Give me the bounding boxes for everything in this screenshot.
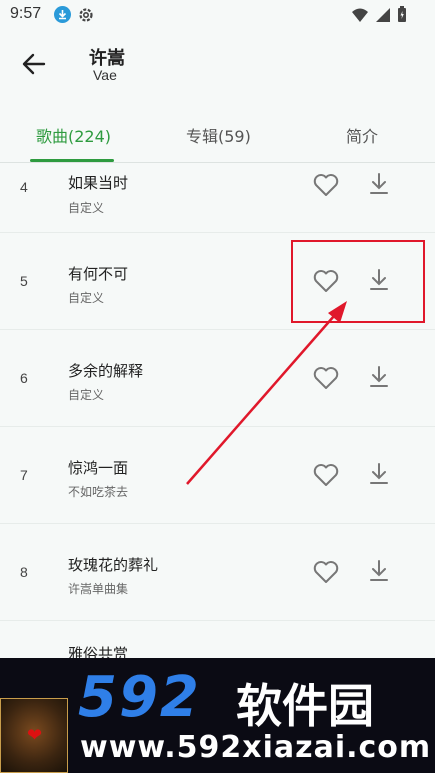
download-icon[interactable] (368, 172, 390, 196)
song-album: 自定义 (68, 291, 105, 305)
song-title: 多余的解释 (68, 362, 144, 380)
heart-logo-icon: ❤ (27, 725, 43, 746)
annotation-highlight-box (291, 240, 425, 323)
arrow-left-icon (22, 53, 46, 75)
watermark-url: www.592xiazai.com (80, 730, 432, 765)
settings-gear-icon (77, 6, 95, 28)
song-title: 玫瑰花的葬礼 (68, 556, 159, 574)
heart-icon[interactable] (312, 462, 340, 488)
song-index: 7 (20, 467, 28, 483)
song-album: 许嵩单曲集 (68, 582, 129, 596)
heart-icon[interactable] (312, 365, 340, 391)
tab-albums[interactable]: 专辑(59) (186, 123, 251, 147)
download-icon[interactable] (368, 365, 390, 389)
song-row[interactable]: 6 多余的解释 自定义 (0, 330, 435, 427)
song-album: 自定义 (68, 388, 105, 402)
song-list[interactable]: 4 如果当时 自定义 5 有何不可 自定义 6 多余的解释 自定义 7 惊鸿一面… (0, 163, 435, 658)
song-title: 雅俗共赏 (68, 645, 129, 658)
status-icons (351, 6, 407, 23)
song-title: 惊鸿一面 (68, 459, 129, 477)
song-row[interactable]: 8 玫瑰花的葬礼 许嵩单曲集 (0, 524, 435, 621)
watermark-logo-text: 软件园 (236, 679, 374, 733)
back-button[interactable] (18, 48, 50, 80)
wifi-icon (352, 8, 368, 22)
tab-intro[interactable]: 简介 (346, 123, 378, 147)
status-time: 9:57 (10, 5, 42, 22)
song-index: 6 (20, 370, 28, 386)
tab-songs[interactable]: 歌曲(224) (36, 123, 111, 147)
page-subtitle: Vae (93, 67, 117, 83)
download-icon[interactable] (368, 462, 390, 486)
song-row[interactable]: 7 惊鸿一面 不如吃茶去 (0, 427, 435, 524)
heart-icon[interactable] (312, 559, 340, 585)
download-icon[interactable] (368, 559, 390, 583)
song-index: 5 (20, 273, 28, 289)
song-row[interactable]: 9 雅俗共赏 (0, 621, 435, 658)
song-index: 4 (20, 179, 28, 195)
song-index: 8 (20, 564, 28, 580)
tab-bar: 歌曲(224) 专辑(59) 简介 (0, 105, 435, 163)
app-header: 许嵩 Vae (0, 30, 435, 102)
song-album: 不如吃茶去 (68, 485, 129, 499)
heart-icon[interactable] (312, 172, 340, 198)
song-title: 如果当时 (68, 174, 129, 192)
battery-icon (398, 6, 406, 22)
song-album: 自定义 (68, 201, 105, 215)
watermark-logo-number: 592 (78, 665, 201, 730)
song-row[interactable]: 4 如果当时 自定义 (0, 163, 435, 233)
song-title: 有何不可 (68, 265, 129, 283)
signal-icon (376, 7, 390, 22)
watermark-badge-logo: ❤ (0, 698, 68, 773)
status-bar: 9:57 (0, 0, 435, 30)
download-notification-icon (54, 6, 71, 23)
